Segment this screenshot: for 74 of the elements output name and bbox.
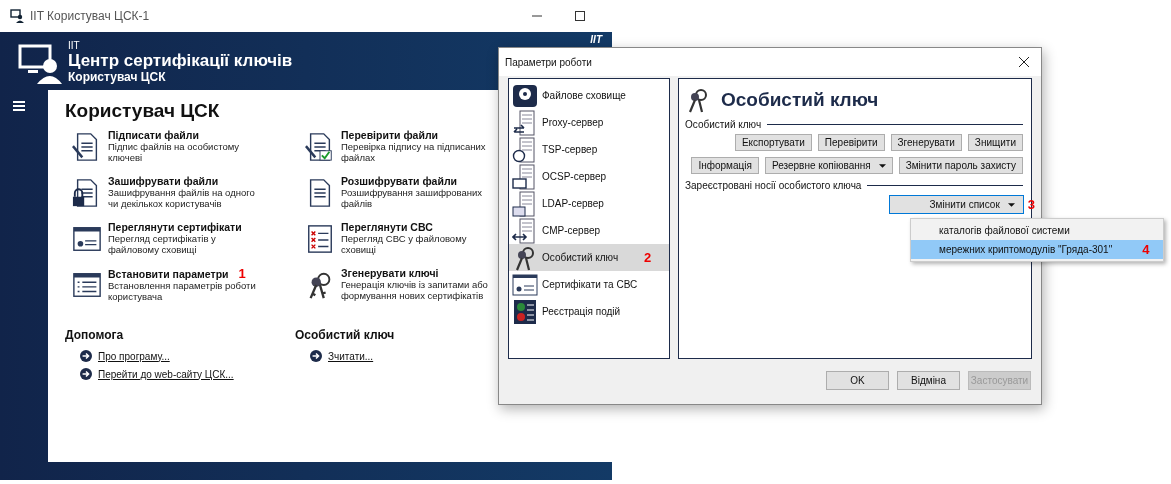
log-book-icon bbox=[512, 298, 538, 325]
brand-label: IIT bbox=[590, 34, 602, 45]
menu-item[interactable]: мережних криптомодулів "Гряда-301" 4 bbox=[911, 240, 1163, 259]
close-icon[interactable] bbox=[1019, 57, 1029, 67]
section-heading: Особистий ключ bbox=[295, 328, 396, 342]
action-description: Генерація ключів із запитами або формування нових сертифікатів bbox=[341, 279, 489, 301]
action-button[interactable]: Перевірити bbox=[817, 134, 885, 151]
maximize-icon[interactable] bbox=[575, 11, 585, 21]
action-description: Перегляд СВС у файловому сховищі bbox=[341, 233, 468, 255]
annotation-number: 4 bbox=[1142, 242, 1150, 257]
action-button[interactable]: Експортувати bbox=[734, 134, 812, 151]
action-description: Перевірка підпису на підписаних файлах bbox=[341, 141, 487, 163]
category-item[interactable]: Особистий ключ 2 bbox=[509, 244, 669, 271]
action-button[interactable]: Згенерувати bbox=[890, 134, 962, 151]
action-description: Перегляд сертифікатів у файловому сховищі bbox=[108, 233, 217, 255]
action-description: Підпис файлів на особистому ключеві bbox=[108, 141, 241, 163]
action-button[interactable]: Знищити bbox=[967, 134, 1023, 151]
action-description: Встановлення параметрів роботи користувача bbox=[108, 280, 256, 302]
help-link[interactable]: Перейти до web-сайту ЦСК... bbox=[98, 368, 234, 380]
action-link[interactable]: Встановити параметри bbox=[108, 269, 229, 280]
app-icon bbox=[10, 9, 24, 23]
caret-icon bbox=[878, 163, 886, 168]
app-title: Центр сертифікації ключів bbox=[68, 51, 293, 70]
server-icon bbox=[512, 217, 538, 244]
action-button[interactable]: Змінити пароль захисту bbox=[898, 157, 1023, 174]
dialog-button[interactable]: OK bbox=[826, 371, 889, 390]
category-item[interactable]: Сертифікати та СВС bbox=[509, 271, 669, 298]
action-link[interactable]: Згенерувати ключі bbox=[341, 268, 439, 279]
category-item[interactable]: Реєстрація подій bbox=[509, 298, 669, 325]
window-title: IIT Користувач ЦСК-1 bbox=[30, 9, 150, 23]
action-description: Зашифрування файлів на одного чи декількох користувачів bbox=[108, 187, 256, 209]
arrow-right-icon bbox=[310, 350, 322, 362]
server-icon bbox=[512, 190, 538, 217]
category-item[interactable]: LDAP-сервер bbox=[509, 190, 669, 217]
action-link[interactable]: Підписати файли bbox=[108, 130, 199, 141]
group-label: Особистий ключ bbox=[685, 119, 762, 130]
panel-title: Особистий ключ bbox=[721, 89, 879, 111]
caret-icon bbox=[1007, 202, 1015, 207]
group-label: Зареєстровані носії особистого ключа bbox=[685, 180, 862, 191]
arrow-right-icon bbox=[80, 368, 92, 380]
dropdown-button[interactable]: Змінити список bbox=[888, 195, 1024, 214]
app-subtitle: Користувач ЦСК bbox=[68, 70, 167, 84]
help-link[interactable]: Зчитати... bbox=[328, 350, 374, 362]
server-icon bbox=[512, 163, 538, 190]
menu-icon[interactable] bbox=[13, 100, 25, 112]
action-link[interactable]: Перевірити файли bbox=[341, 130, 438, 141]
dropdown-button[interactable]: Резервне копіювання bbox=[764, 157, 893, 174]
page-heading: Користувач ЦСК bbox=[65, 100, 221, 122]
action-button[interactable]: Інформація bbox=[691, 157, 759, 174]
section-heading: Допомога bbox=[65, 328, 125, 342]
category-item[interactable]: CMP-сервер bbox=[509, 217, 669, 244]
category-item[interactable]: OCSP-сервер bbox=[509, 163, 669, 190]
annotation-number: 2 bbox=[644, 250, 652, 265]
dialog-button[interactable]: Відміна bbox=[897, 371, 960, 390]
action-link[interactable]: Переглянути СВС bbox=[341, 222, 433, 233]
crossed-list-icon[interactable] bbox=[305, 224, 335, 254]
action-link[interactable]: Розшифрувати файли bbox=[341, 176, 458, 187]
menu-item[interactable]: каталогів файлової системи bbox=[911, 221, 1163, 240]
user-computer-icon bbox=[18, 44, 62, 84]
category-item[interactable]: TSP-сервер bbox=[509, 136, 669, 163]
list-window-icon[interactable] bbox=[72, 270, 102, 300]
help-link[interactable]: Про програму... bbox=[98, 350, 170, 362]
annotation-number: 1 bbox=[238, 268, 246, 279]
server-icon bbox=[512, 109, 538, 136]
certificate-icon bbox=[512, 271, 538, 298]
category-item[interactable]: Файлове сховище bbox=[509, 82, 669, 109]
action-link[interactable]: Переглянути сертифікати bbox=[108, 222, 242, 233]
action-description: Розшифрування зашифрованих файлів bbox=[341, 187, 484, 209]
server-icon bbox=[512, 136, 538, 163]
dialog-title: Параметри роботи bbox=[505, 56, 593, 68]
category-item[interactable]: Proxy-сервер bbox=[509, 109, 669, 136]
brand-label: IIT bbox=[68, 40, 81, 51]
arrow-right-icon bbox=[80, 350, 92, 362]
action-link[interactable]: Зашифрувати файли bbox=[108, 176, 219, 187]
